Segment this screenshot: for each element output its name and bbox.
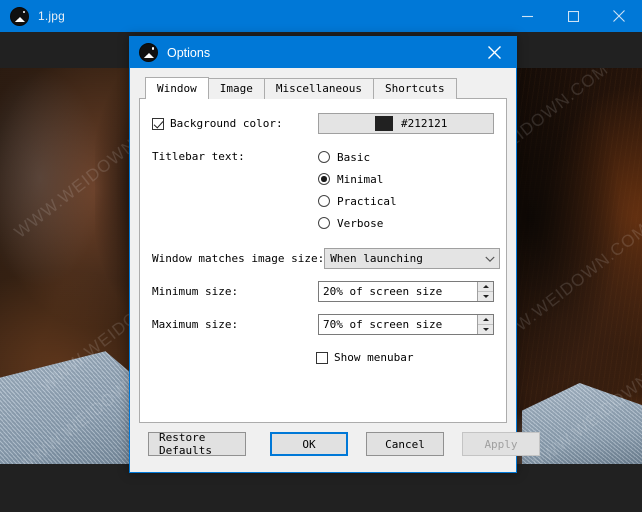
- maximize-button[interactable]: [550, 0, 596, 32]
- apply-button: Apply: [462, 432, 540, 456]
- minimum-size-label: Minimum size:: [152, 285, 239, 298]
- checkbox-icon: [316, 351, 328, 364]
- radio-minimal[interactable]: Minimal: [318, 168, 494, 190]
- ok-button[interactable]: OK: [270, 432, 348, 456]
- chevron-down-icon: [485, 250, 495, 268]
- maximum-size-row: Maximum size: 70% of screen size: [152, 314, 494, 335]
- tab-window[interactable]: Window: [145, 77, 209, 99]
- window-tab-panel: Background color: #212121 Titlebar text:: [139, 98, 507, 423]
- image-viewer-window: WWW.WEIDOWN.COM WWW.WEIDOWN.COM WWW.WEID…: [0, 0, 642, 512]
- background-color-control: #212121: [318, 113, 494, 134]
- checkbox-icon: [152, 117, 164, 130]
- minimize-button[interactable]: [504, 0, 550, 32]
- titlebar-text-row: Titlebar text: Basic Minimal Practical V…: [152, 146, 494, 234]
- background-color-label: Background color:: [170, 117, 283, 130]
- radio-minimal-label: Minimal: [337, 172, 384, 186]
- options-tabs: Window Image Miscellaneous Shortcuts: [139, 77, 507, 99]
- spinner-down-button[interactable]: [478, 291, 493, 301]
- arrow-down-icon: [482, 295, 489, 298]
- spinner-down-button[interactable]: [478, 324, 493, 334]
- image-app-icon: [139, 43, 158, 62]
- color-swatch[interactable]: [375, 116, 393, 131]
- minimum-size-control: 20% of screen size: [318, 281, 494, 302]
- window-matches-size-dropdown[interactable]: When launching: [324, 248, 501, 269]
- restore-defaults-button[interactable]: Restore Defaults: [148, 431, 246, 457]
- maximum-size-spinner[interactable]: 70% of screen size: [318, 314, 494, 335]
- titlebar-left-group: 1.jpg: [0, 6, 504, 26]
- arrow-up-icon: [482, 318, 489, 321]
- window-matches-size-value: When launching: [330, 252, 423, 265]
- dialog-title: Options: [167, 45, 211, 60]
- window-controls: [504, 0, 642, 32]
- maximum-size-label: Maximum size:: [152, 318, 239, 331]
- radio-icon: [318, 217, 330, 229]
- background-color-row: Background color: #212121: [152, 113, 494, 134]
- radio-verbose[interactable]: Verbose: [318, 212, 494, 234]
- window-matches-size-row: Window matches image size: When launchin…: [152, 248, 501, 269]
- color-hex-value: #212121: [401, 117, 448, 130]
- tab-image[interactable]: Image: [207, 78, 265, 99]
- radio-basic-label: Basic: [337, 150, 371, 164]
- image-app-icon: [10, 6, 29, 26]
- titlebar-text-radiogroup: Basic Minimal Practical Verbose: [318, 146, 494, 234]
- radio-basic[interactable]: Basic: [318, 146, 494, 168]
- tab-miscellaneous[interactable]: Miscellaneous: [263, 78, 374, 99]
- color-picker-field[interactable]: #212121: [318, 113, 494, 134]
- window-matches-size-label: Window matches image size:: [152, 252, 325, 265]
- radio-practical-label: Practical: [337, 194, 397, 208]
- window-titlebar[interactable]: 1.jpg: [0, 0, 642, 32]
- radio-icon: [318, 151, 330, 163]
- spinner-up-button[interactable]: [478, 282, 493, 291]
- minimum-size-value: 20% of screen size: [323, 285, 443, 298]
- dialog-button-bar: Restore Defaults OK Cancel Apply: [130, 416, 540, 472]
- arrow-down-icon: [482, 328, 489, 331]
- window-matches-size-control: When launching: [324, 248, 501, 269]
- arrow-up-icon: [482, 285, 489, 288]
- spinner-buttons: [477, 315, 493, 334]
- dialog-close-button[interactable]: [472, 37, 516, 68]
- options-dialog: Options Window Image Miscellaneous Short…: [129, 36, 540, 473]
- minimum-size-spinner[interactable]: 20% of screen size: [318, 281, 494, 302]
- titlebar-text-label: Titlebar text:: [152, 150, 245, 163]
- window-title: 1.jpg: [38, 9, 66, 23]
- maximum-size-value: 70% of screen size: [323, 318, 443, 331]
- radio-icon-selected: [318, 173, 330, 185]
- show-menubar-checkbox[interactable]: Show menubar: [316, 351, 413, 364]
- spinner-buttons: [477, 282, 493, 301]
- background-color-checkbox[interactable]: Background color:: [152, 117, 283, 130]
- radio-practical[interactable]: Practical: [318, 190, 494, 212]
- cancel-button[interactable]: Cancel: [366, 432, 444, 456]
- radio-verbose-label: Verbose: [337, 216, 384, 230]
- close-button[interactable]: [596, 0, 642, 32]
- show-menubar-label: Show menubar: [334, 351, 414, 364]
- tab-shortcuts[interactable]: Shortcuts: [372, 78, 457, 99]
- maximum-size-control: 70% of screen size: [318, 314, 494, 335]
- minimum-size-row: Minimum size: 20% of screen size: [152, 281, 494, 302]
- show-menubar-row: Show menubar: [152, 351, 494, 364]
- dialog-titlebar[interactable]: Options: [130, 37, 516, 68]
- dialog-body: Window Image Miscellaneous Shortcuts Bac…: [130, 68, 540, 472]
- radio-icon: [318, 195, 330, 207]
- spinner-up-button[interactable]: [478, 315, 493, 324]
